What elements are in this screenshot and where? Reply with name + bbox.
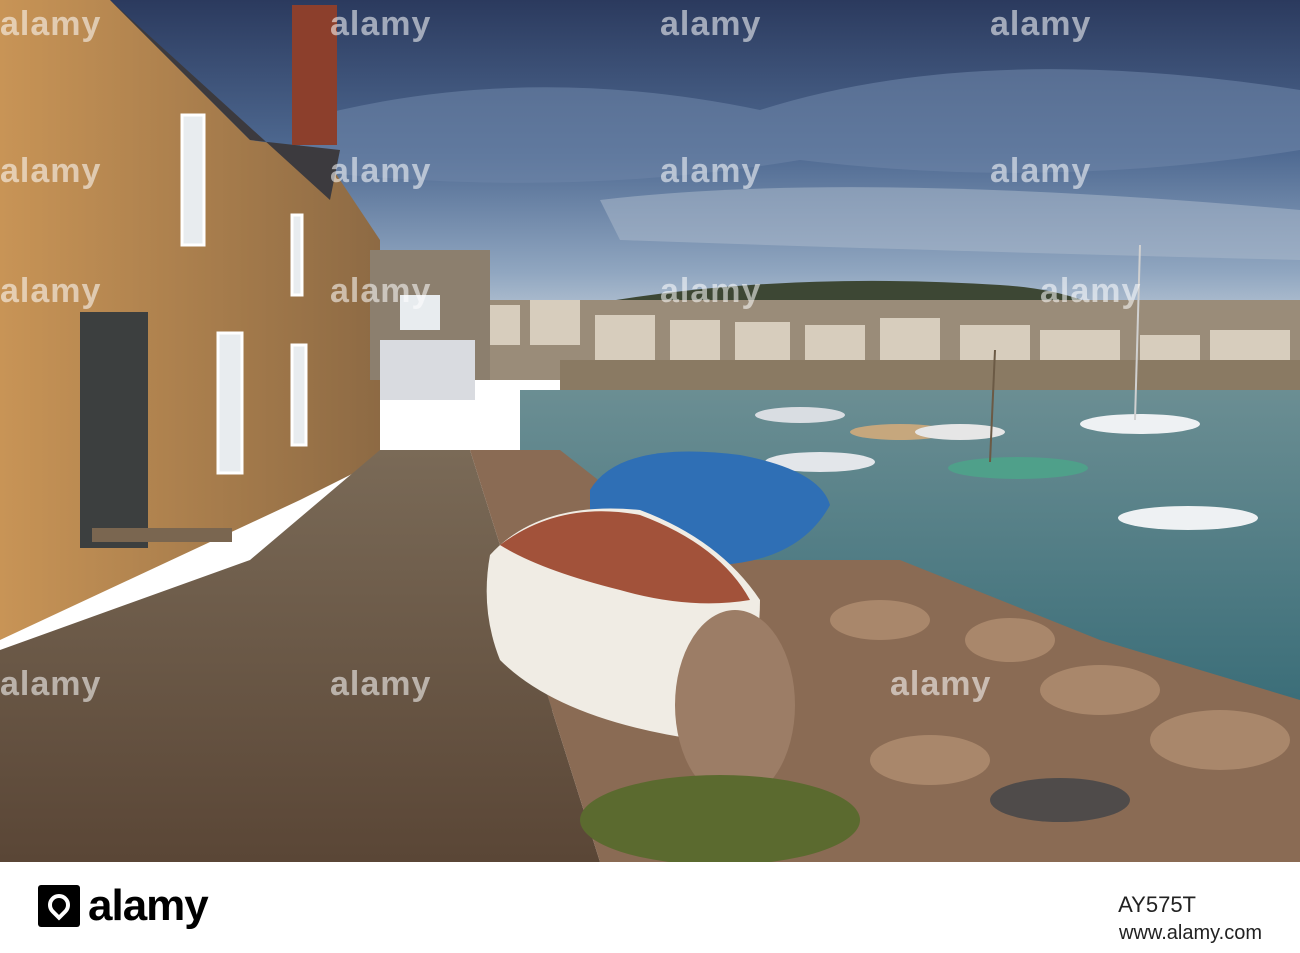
watermark: alamy [0,272,102,310]
harbour-wall [560,360,1300,395]
alamy-logo-icon [38,885,80,927]
footer: alamy AY575T www.alamy.com [0,862,1300,953]
harbour-photo: alamy alamy alamy alamy alamy alamy alam… [0,0,1300,862]
watermark: alamy [330,665,432,703]
watermark: alamy [0,5,102,43]
door [80,312,148,548]
bench [92,528,232,542]
watermark: alamy [0,152,102,190]
watermark: alamy [1040,272,1142,310]
watermark: alamy [660,5,762,43]
watermark: alamy [330,272,432,310]
watermark: alamy [660,152,762,190]
watermark: alamy [330,152,432,190]
watermark: alamy [0,665,102,703]
watermark: alamy [330,5,432,43]
watermark: alamy [660,272,762,310]
image-id: AY575T [1118,892,1196,917]
watermark: alamy [890,665,992,703]
site-url[interactable]: www.alamy.com [1119,922,1262,945]
watermark: alamy [990,5,1092,43]
harbour-scene [0,0,1300,862]
logo-text: alamy [88,881,209,930]
grass [580,775,860,862]
watermark: alamy [990,152,1092,190]
alamy-logo[interactable]: alamy [38,881,209,930]
bollard-stone [675,610,795,800]
